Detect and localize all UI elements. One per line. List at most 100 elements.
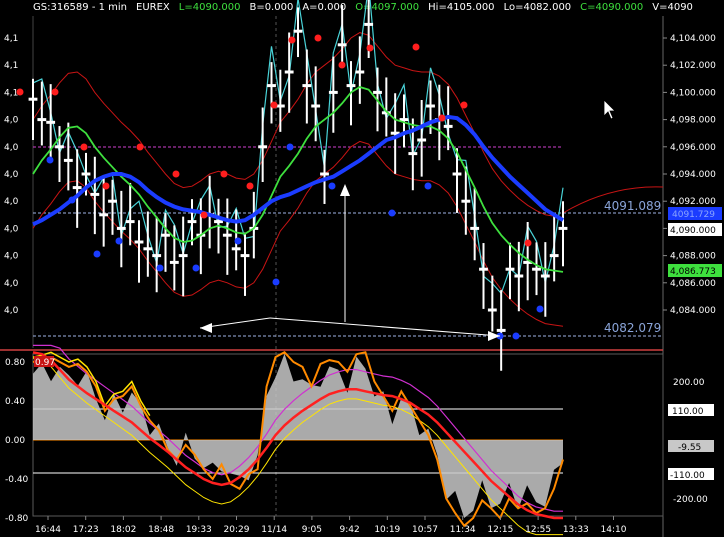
swing-high-dot [80,143,88,151]
price-bar-body [81,172,91,176]
price-bar-body [302,84,312,88]
price-bar-body [540,274,550,278]
time-axis-label: 12:15 [487,525,513,535]
price-bar-body [364,22,374,26]
time-axis-label: 17:23 [73,525,99,535]
swing-high-dot [338,61,346,69]
price-bar-body [143,247,153,251]
swing-high-dot [136,143,144,151]
left-price-label: 4,0 [4,279,19,289]
price-axis-label: 4,088.000 [670,252,716,262]
osc-right-label: -200.00 [673,495,708,505]
price-axis-label: 4,096.000 [670,143,716,153]
price-bar-body [558,226,568,230]
swing-high-dot [246,182,254,190]
time-axis-label: 18:48 [148,525,174,535]
chart-marks [16,0,664,371]
left-price-label: 4,0 [4,143,19,153]
price-bar-body [328,90,338,94]
price-bar-body [426,104,435,108]
swing-high-dot [16,88,24,96]
left-price-label: 4,0 [4,197,19,207]
price-bar-body [514,274,524,278]
swing-low-dot [46,156,54,164]
mouse-pointer-icon [603,99,616,120]
price-bar-body [231,247,241,251]
swing-high-dot [438,114,446,122]
time-axis-label: 9:05 [302,525,322,535]
price-bar-body [505,267,515,271]
lower-level-label: 4082.079 [604,321,661,335]
price-axis-label: 4,092.000 [670,197,716,207]
price-bar-body [214,220,223,224]
osc-left-label: -0.40 [5,475,29,485]
swing-low-dot [512,332,520,340]
last-price-tag: 4,090.000 [670,226,716,236]
price-bar-body [99,213,109,217]
price-bar-body [532,267,541,271]
price-bar-body [178,254,188,258]
price-bar-body [116,226,126,230]
price-bar-body [28,97,38,101]
time-axis-label: 13:33 [563,525,589,535]
osc-mid-tag: -9.55 [678,443,701,453]
time-axis-label: 9:42 [339,525,359,535]
price-bar-body [373,90,382,94]
price-bar-body [161,233,170,237]
swing-low-dot [234,237,242,245]
time-axis-label: 11/14 [261,525,287,535]
swing-low-dot [156,264,164,272]
osc-histogram [33,353,563,518]
swing-low-dot [192,264,200,272]
price-bar-body [72,186,82,190]
left-price-label: 4,0 [4,116,19,126]
time-axis-label: 16:44 [35,525,61,535]
price-axis-label: 4,104.000 [670,34,716,44]
swing-low-dot [388,209,396,217]
price-bar-body [470,226,480,230]
price-bar-body [63,158,73,162]
ma-mid-tag: 4,086.773 [670,267,716,277]
price-bar-body [134,240,144,244]
price-bar-body [346,84,356,88]
swing-high-dot [200,211,208,219]
swing-low-dot [272,278,280,286]
swing-low-dot [424,182,432,190]
price-axis-label: 4,100.000 [670,88,716,98]
price-bar-body [284,70,294,74]
swing-high-dot [460,101,468,109]
osc-left-label: 0.80 [5,358,25,368]
left-price-label: 4,0 [4,170,19,180]
swing-low-dot [93,250,101,258]
price-bar-body [258,145,268,149]
price-axis-label: 4,084.000 [670,306,716,316]
price-bar-body [152,254,162,258]
price-bar-body [108,199,117,203]
price-bar-body [293,29,303,33]
time-axis-label: 11:34 [450,525,476,535]
trend-line-right [269,317,501,337]
price-bar-body [487,308,497,312]
price-bar-body [240,254,250,258]
price-bar-body [337,43,347,47]
oscillator-pane: 0.80 0.40 0.00 -0.40 -0.80 200.00 -200.00 16:44… [5,344,708,536]
left-price-label: 4,0 [4,252,19,262]
price-bar-body [311,104,321,108]
price-axis-label: 4,102.000 [670,61,716,71]
trading-chart[interactable]: 4,104.0004,102.0004,100.0004,098.0004,09… [0,0,724,537]
osc-lower-tag: -110.00 [670,471,705,481]
price-bar-body [549,254,559,258]
price-bar-body [267,84,276,88]
left-price-label: 4,1 [4,34,18,44]
osc-upper-tag: 110.00 [672,407,704,417]
price-bar-body [496,328,506,332]
price-axis-label: 4,094.000 [670,170,716,180]
price-bar-body [125,220,135,224]
swing-high-dot [172,170,180,178]
swing-high-dot [51,88,59,96]
swing-low-dot [68,196,76,204]
swing-high-dot [288,36,296,44]
price-bar-body [169,260,179,264]
time-axis-label: 18:02 [110,525,136,535]
price-bar-body [355,70,365,74]
